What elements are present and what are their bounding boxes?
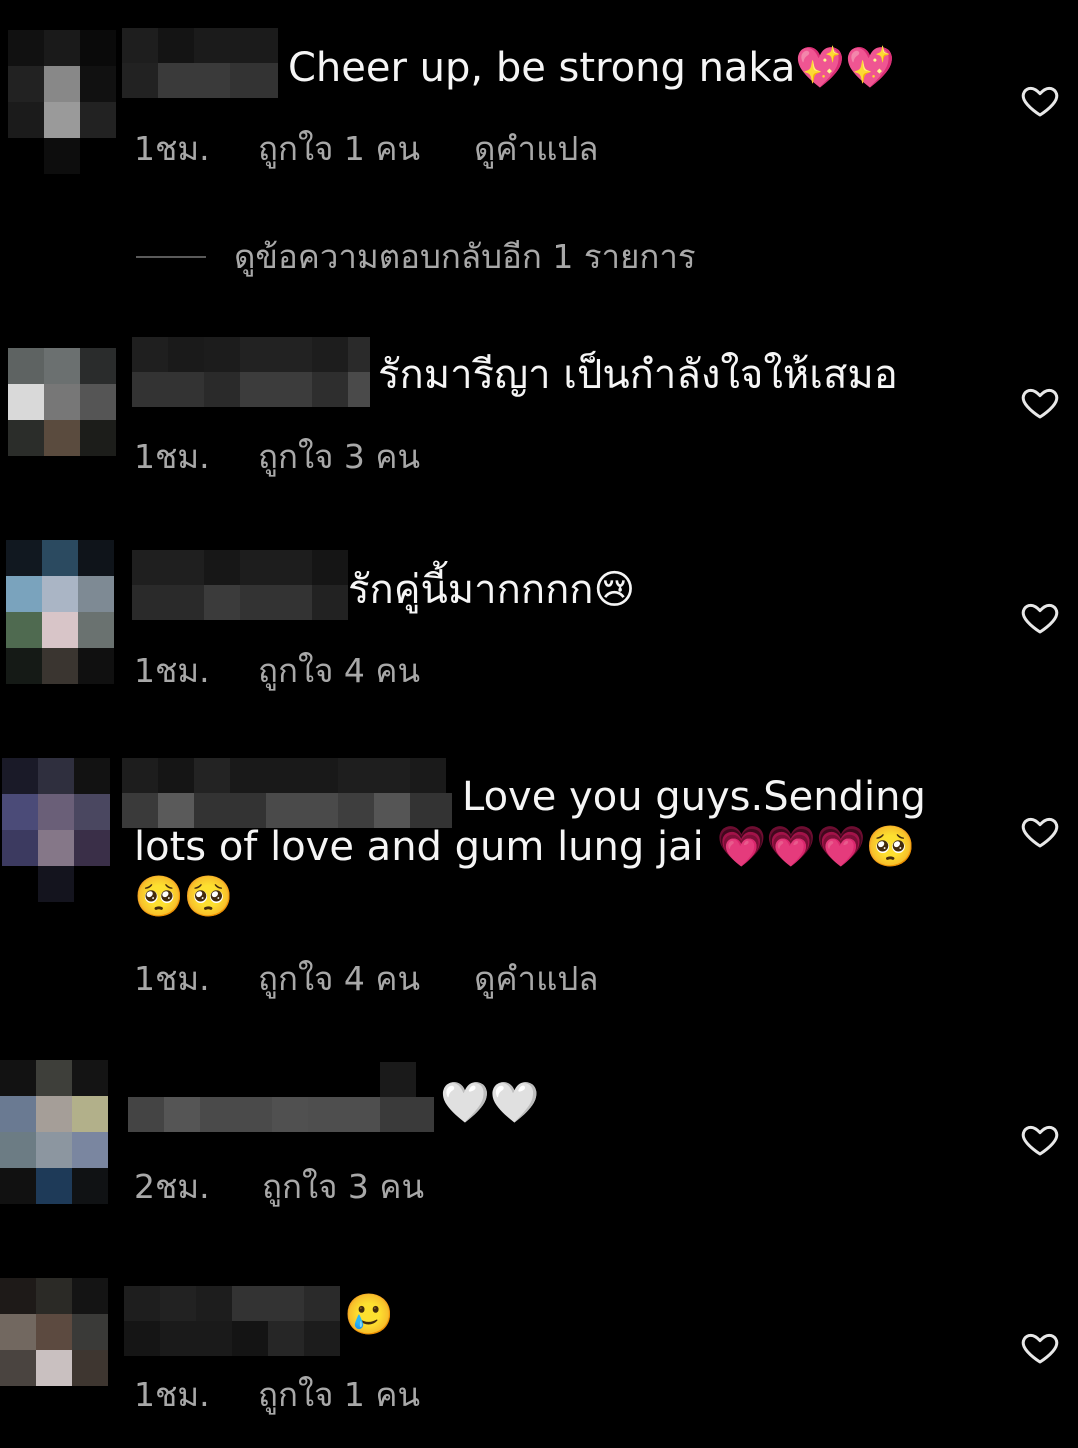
comment-meta: 1ชม. ถูกใจ 1 คน ดูคำแปล — [134, 122, 599, 175]
likes-count[interactable]: ถูกใจ 4 คน — [258, 644, 420, 697]
comment-text: 🥲 — [344, 1292, 394, 1338]
avatar[interactable] — [2, 758, 110, 902]
comment-text: Love you guys.Sending lots of love and g… — [134, 774, 939, 920]
username-blurred[interactable] — [132, 337, 370, 407]
comment-text: Cheer up, be strong naka💖💖 — [288, 45, 896, 91]
comment-time: 2ชม. — [134, 1167, 210, 1206]
username-blurred[interactable] — [132, 550, 348, 620]
divider-line — [136, 255, 206, 258]
translate-link[interactable]: ดูคำแปล — [474, 122, 598, 175]
heart-outline-icon[interactable] — [1020, 1327, 1060, 1367]
comment-time: 1ชม. — [134, 959, 210, 998]
comment-time: 1ชม. — [134, 1375, 210, 1414]
comment-time: 1ชม. — [134, 437, 210, 476]
comment-meta: 1ชม. ถูกใจ 4 คน — [134, 644, 474, 697]
view-replies-label: ดูข้อความตอบกลับอีก 1 รายการ — [234, 237, 696, 276]
likes-count[interactable]: ถูกใจ 3 คน — [262, 1160, 424, 1213]
username-blurred[interactable] — [128, 1062, 434, 1132]
comment-meta: 1ชม. ถูกใจ 1 คน — [134, 1368, 474, 1421]
translate-link[interactable]: ดูคำแปล — [474, 952, 598, 1005]
heart-outline-icon[interactable] — [1020, 382, 1060, 422]
avatar[interactable] — [8, 348, 116, 456]
heart-outline-icon[interactable] — [1020, 811, 1060, 851]
comment-text: รักมารีญา เป็นกำลังใจให้เสมอ — [378, 352, 898, 398]
comment-text: 🤍🤍 — [440, 1080, 540, 1126]
likes-count[interactable]: ถูกใจ 3 คน — [258, 430, 420, 483]
likes-count[interactable]: ถูกใจ 1 คน — [258, 122, 420, 175]
comment-time: 1ชม. — [134, 129, 210, 168]
avatar[interactable] — [6, 540, 114, 684]
comment-meta: 1ชม. ถูกใจ 3 คน — [134, 430, 474, 483]
username-blurred[interactable] — [124, 1286, 340, 1356]
avatar[interactable] — [0, 1278, 108, 1386]
likes-count[interactable]: ถูกใจ 1 คน — [258, 1368, 420, 1421]
heart-outline-icon[interactable] — [1020, 1119, 1060, 1159]
avatar[interactable] — [8, 30, 116, 174]
view-replies-button[interactable]: ดูข้อความตอบกลับอีก 1 รายการ — [136, 230, 696, 283]
comment-meta: 1ชม. ถูกใจ 4 คน ดูคำแปล — [134, 952, 599, 1005]
comment-meta: 2ชม. ถูกใจ 3 คน — [134, 1160, 478, 1213]
likes-count[interactable]: ถูกใจ 4 คน — [258, 952, 420, 1005]
avatar[interactable] — [0, 1060, 108, 1204]
comment-text: รักคู่นี้มากกกก😢 — [348, 567, 636, 613]
comment-time: 1ชม. — [134, 651, 210, 690]
username-blurred[interactable] — [122, 28, 278, 98]
heart-outline-icon[interactable] — [1020, 80, 1060, 120]
heart-outline-icon[interactable] — [1020, 597, 1060, 637]
